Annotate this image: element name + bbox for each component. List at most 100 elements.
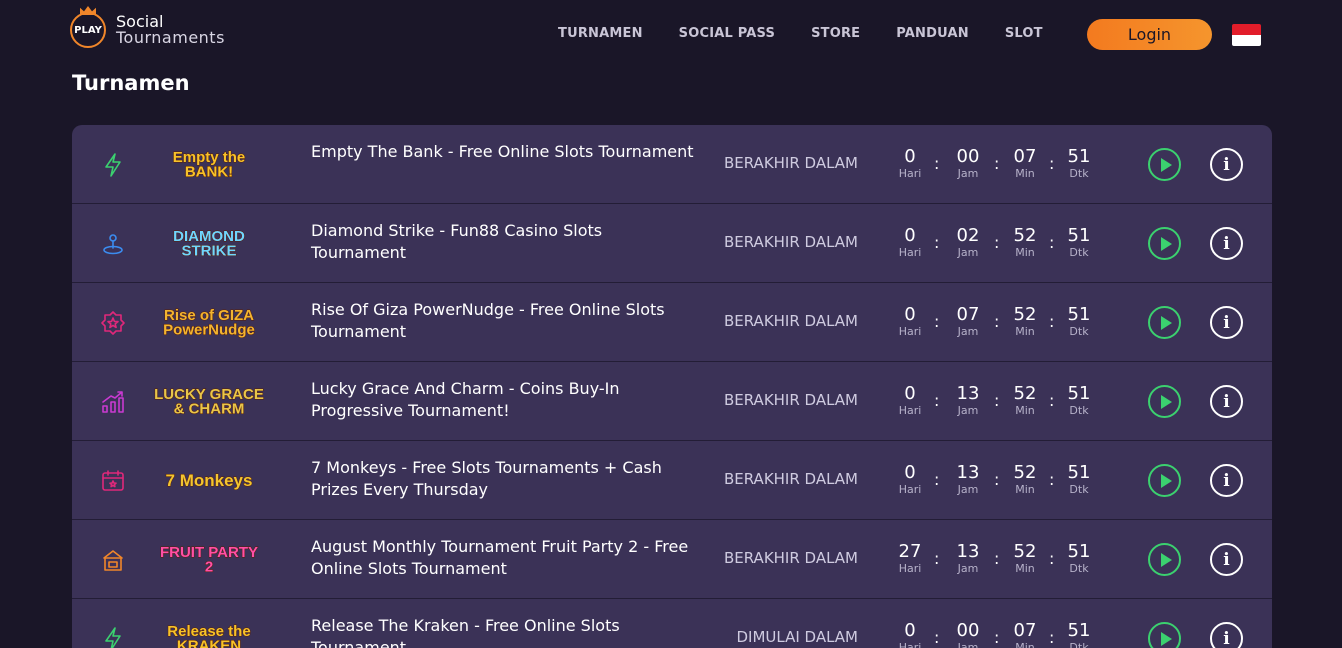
countdown-days-unit: Hari [898, 246, 922, 259]
nav-social-pass[interactable]: SOCIAL PASS [679, 26, 775, 41]
countdown-days-unit: Hari [898, 483, 922, 496]
tournament-row[interactable]: Release the KRAKEN Release The Kraken - Fr… [72, 599, 1272, 648]
tournament-title[interactable]: Lucky Grace And Charm - Coins Buy-In Pro… [311, 378, 701, 422]
indonesia-flag-icon[interactable] [1232, 24, 1261, 46]
tournament-title[interactable]: August Monthly Tournament Fruit Party 2 … [311, 536, 701, 580]
countdown-separator: : [934, 628, 940, 647]
game-logo[interactable]: FRUIT PARTY 2 [142, 532, 277, 586]
svg-text:7 Monkeys: 7 Monkeys [166, 471, 253, 490]
play-button[interactable] [1148, 385, 1181, 418]
info-button[interactable]: i [1210, 385, 1243, 418]
svg-text:& CHARM: & CHARM [174, 400, 245, 417]
countdown-days: 0 Hari [890, 305, 930, 339]
countdown-separator: : [934, 470, 940, 489]
countdown-hours-unit: Jam [957, 483, 979, 496]
building-icon [100, 547, 126, 573]
countdown-hours-value: 13 [956, 383, 980, 404]
play-button[interactable] [1148, 543, 1181, 576]
info-button[interactable]: i [1210, 622, 1243, 648]
countdown-minutes-value: 07 [1013, 146, 1037, 167]
countdown-seconds-value: 51 [1067, 620, 1091, 641]
countdown-hours: 00 Jam [948, 147, 988, 181]
bar-chart-icon [100, 389, 126, 415]
info-button[interactable]: i [1210, 148, 1243, 181]
play-button[interactable] [1148, 622, 1181, 648]
game-logo[interactable]: LUCKY GRACE & CHARM [142, 374, 277, 428]
game-logo[interactable]: 7 Monkeys [142, 453, 277, 507]
calendar-icon [100, 468, 126, 494]
countdown-status: BERAKHIR DALAM [723, 312, 858, 330]
countdown-hours-unit: Jam [957, 404, 979, 417]
countdown-separator: : [994, 154, 1000, 173]
info-icon: i [1223, 154, 1230, 175]
site-logo[interactable]: PLAY Social Tournaments [70, 6, 225, 48]
tournament-row[interactable]: LUCKY GRACE & CHARM Lucky Grace And Charm … [72, 362, 1272, 441]
countdown-seconds-value: 51 [1067, 304, 1091, 325]
play-button[interactable] [1148, 227, 1181, 260]
game-logo[interactable]: Empty the BANK! [142, 137, 277, 191]
info-button[interactable]: i [1210, 227, 1243, 260]
countdown-minutes-value: 07 [1013, 620, 1037, 641]
info-button[interactable]: i [1210, 543, 1243, 576]
page-title: Turnamen [72, 71, 190, 95]
joystick-icon [100, 231, 126, 257]
tournament-title[interactable]: Diamond Strike - Fun88 Casino Slots Tour… [311, 220, 701, 264]
countdown-status: BERAKHIR DALAM [723, 154, 858, 172]
nav-panduan[interactable]: PANDUAN [896, 26, 969, 41]
countdown-seconds: 51 Dtk [1059, 384, 1099, 418]
tournament-row[interactable]: DIAMOND STRIKE Diamond Strike - Fun88 Casi… [72, 204, 1272, 283]
tournament-title[interactable]: Empty The Bank - Free Online Slots Tourn… [311, 141, 701, 163]
tournament-row[interactable]: 7 Monkeys 7 Monkeys - Free Slots Tourname… [72, 441, 1272, 520]
countdown-separator: : [934, 154, 940, 173]
svg-text:STRIKE: STRIKE [181, 242, 236, 259]
countdown-days-unit: Hari [898, 167, 922, 180]
countdown-days-value: 27 [898, 541, 922, 562]
tournament-title[interactable]: Release The Kraken - Free Online Slots T… [311, 615, 701, 648]
countdown-separator: : [994, 312, 1000, 331]
game-logo[interactable]: DIAMOND STRIKE [142, 216, 277, 270]
play-button[interactable] [1148, 148, 1181, 181]
game-logo[interactable]: Rise of GIZA PowerNudge [142, 295, 277, 349]
countdown-hours-value: 07 [956, 304, 980, 325]
countdown-seconds-value: 51 [1067, 146, 1091, 167]
countdown-seconds: 51 Dtk [1059, 621, 1099, 648]
countdown-status: BERAKHIR DALAM [723, 233, 858, 251]
countdown-separator: : [994, 549, 1000, 568]
countdown-minutes-unit: Min [1015, 641, 1035, 648]
countdown-hours: 02 Jam [948, 226, 988, 260]
tournament-title[interactable]: 7 Monkeys - Free Slots Tournaments + Cas… [311, 457, 701, 501]
play-icon [1160, 552, 1172, 567]
countdown-separator: : [1049, 549, 1055, 568]
game-logo[interactable]: Release the KRAKEN [142, 611, 277, 648]
tournament-row[interactable]: FRUIT PARTY 2 August Monthly Tournament Fr… [72, 520, 1272, 599]
nav-turnamen[interactable]: TURNAMEN [558, 26, 643, 41]
countdown-separator: : [994, 391, 1000, 410]
countdown-minutes-unit: Min [1015, 404, 1035, 417]
tournament-row[interactable]: Empty the BANK! Empty The Bank - Free Onli… [72, 125, 1272, 204]
info-button[interactable]: i [1210, 464, 1243, 497]
countdown-days: 0 Hari [890, 621, 930, 648]
login-button[interactable]: Login [1087, 19, 1212, 50]
nav-store[interactable]: STORE [811, 26, 860, 41]
countdown-days-unit: Hari [898, 325, 922, 338]
play-button[interactable] [1148, 464, 1181, 497]
countdown-hours: 07 Jam [948, 305, 988, 339]
play-icon [1160, 394, 1172, 409]
tournament-title[interactable]: Rise Of Giza PowerNudge - Free Online Sl… [311, 299, 701, 343]
countdown-separator: : [1049, 391, 1055, 410]
lightning-icon [100, 626, 126, 648]
info-icon: i [1223, 470, 1230, 491]
info-button[interactable]: i [1210, 306, 1243, 339]
countdown-hours-value: 13 [956, 541, 980, 562]
countdown-days: 0 Hari [890, 226, 930, 260]
countdown-minutes: 07 Min [1005, 147, 1045, 181]
countdown-minutes-value: 52 [1013, 225, 1037, 246]
info-icon: i [1223, 391, 1230, 412]
tournament-row[interactable]: Rise of GIZA PowerNudge Rise Of Giza Power… [72, 283, 1272, 362]
countdown-minutes-value: 52 [1013, 462, 1037, 483]
countdown-hours-unit: Jam [957, 325, 979, 338]
countdown-seconds-unit: Dtk [1069, 483, 1089, 496]
nav-slot[interactable]: SLOT [1005, 26, 1043, 41]
play-button[interactable] [1148, 306, 1181, 339]
countdown-hours-value: 02 [956, 225, 980, 246]
